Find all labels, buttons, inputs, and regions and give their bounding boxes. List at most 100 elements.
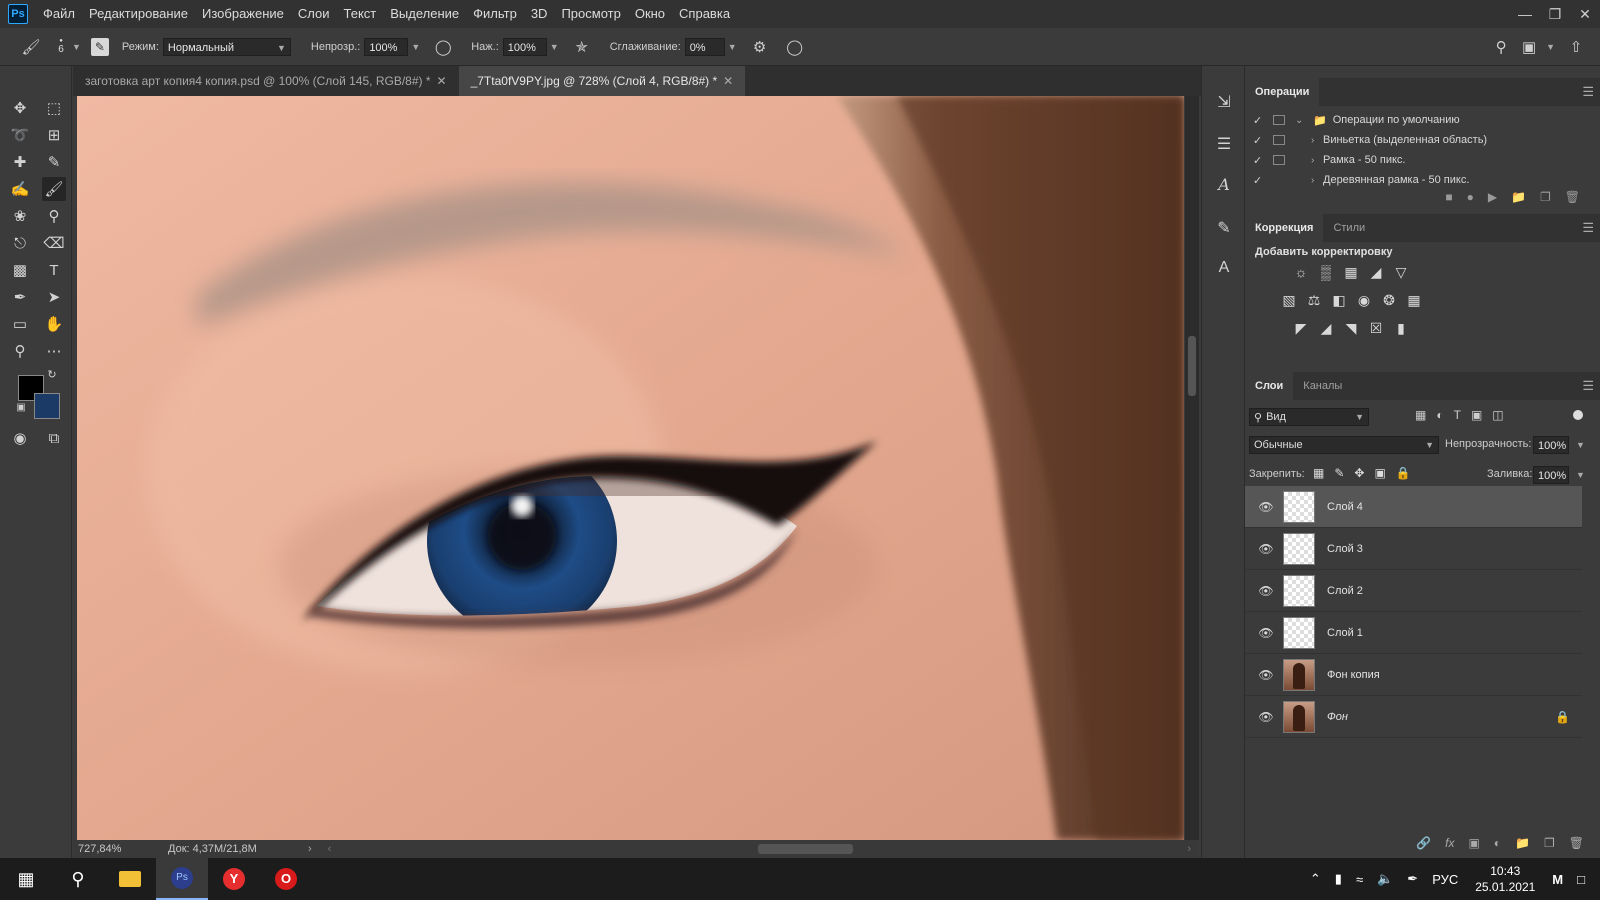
fill-input[interactable]: 100% bbox=[1533, 466, 1569, 484]
tab-document-1[interactable]: заготовка арт копия4 копия.psd @ 100% (С… bbox=[73, 66, 459, 96]
menu-select[interactable]: Выделение bbox=[383, 0, 466, 28]
gear-icon[interactable]: ⚙ bbox=[749, 36, 771, 58]
search-icon[interactable]: ⚲ bbox=[52, 858, 104, 900]
dialog-toggle-icon[interactable] bbox=[1273, 175, 1285, 185]
lock-artboard-icon[interactable]: ▣ bbox=[1374, 466, 1385, 480]
tab-layers[interactable]: Слои bbox=[1245, 372, 1294, 400]
shape-filter-icon[interactable]: ▣ bbox=[1471, 408, 1482, 422]
crop-tool-icon[interactable]: ⊞ bbox=[42, 123, 66, 147]
volume-icon[interactable]: 🔈 bbox=[1370, 871, 1400, 887]
brush-tool-icon[interactable]: 🖌 bbox=[42, 177, 66, 201]
photo-filter-icon[interactable]: ◉ bbox=[1354, 290, 1374, 310]
dialog-toggle-icon[interactable] bbox=[1273, 115, 1285, 125]
lock-position-icon[interactable]: ✥ bbox=[1354, 466, 1364, 480]
lock-all-icon[interactable]: 🔒 bbox=[1396, 466, 1411, 480]
character-panel-icon[interactable]: A bbox=[1212, 172, 1236, 196]
menu-filter[interactable]: Фильтр bbox=[466, 0, 524, 28]
windows-start-icon[interactable]: ▦ bbox=[0, 858, 52, 900]
record-icon[interactable]: ● bbox=[1467, 190, 1474, 204]
curves-icon[interactable]: ▦ bbox=[1341, 262, 1361, 282]
horizontal-scroll-thumb[interactable] bbox=[758, 844, 853, 854]
filter-toggle-icon[interactable] bbox=[1573, 410, 1583, 420]
smart-object-filter-icon[interactable]: ◫ bbox=[1492, 408, 1503, 422]
chevron-up-icon[interactable]: ⌃ bbox=[1303, 871, 1328, 887]
document-canvas[interactable] bbox=[77, 96, 1184, 840]
panel-menu-icon[interactable]: ☰ bbox=[1582, 372, 1594, 400]
tab-channels[interactable]: Каналы bbox=[1293, 372, 1352, 400]
menu-image[interactable]: Изображение bbox=[195, 0, 291, 28]
tab-adjustments[interactable]: Коррекция bbox=[1245, 214, 1324, 242]
history-brush-icon[interactable]: ❀ bbox=[8, 204, 32, 228]
layer-row[interactable]: 👁 Слой 3 bbox=[1245, 528, 1582, 570]
check-icon[interactable]: ✓ bbox=[1253, 174, 1269, 187]
swap-colors-icon[interactable]: ↻ bbox=[44, 366, 60, 382]
layer-row[interactable]: 👁 Фон копия bbox=[1245, 654, 1582, 696]
hand-tool-icon[interactable]: ✋ bbox=[42, 312, 66, 336]
visibility-eye-icon[interactable]: 👁 bbox=[1251, 668, 1281, 682]
pressure-opacity-icon[interactable]: ◯ bbox=[432, 36, 454, 58]
check-icon[interactable]: ✓ bbox=[1253, 114, 1269, 127]
new-set-icon[interactable]: 📁 bbox=[1511, 190, 1526, 204]
restore-button[interactable]: ❐ bbox=[1540, 0, 1570, 28]
adjustment-filter-icon[interactable]: ◐ bbox=[1436, 408, 1443, 422]
history-panel-icon[interactable]: ⇲ bbox=[1212, 90, 1236, 114]
pressure-size-icon[interactable]: ◯ bbox=[784, 36, 806, 58]
panel-menu-icon[interactable]: ☰ bbox=[1582, 78, 1594, 106]
battery-icon[interactable]: ▮ bbox=[1328, 871, 1349, 887]
chevron-down-icon[interactable]: ⌄ bbox=[1295, 115, 1307, 126]
threshold-icon[interactable]: ◥ bbox=[1341, 318, 1361, 338]
yandex-browser-icon[interactable]: Y bbox=[208, 858, 260, 900]
chevron-down-icon[interactable]: ▼ bbox=[72, 42, 81, 52]
action-row[interactable]: ✓ › Деревянная рамка - 50 пикс. bbox=[1245, 170, 1585, 190]
eyedropper-icon[interactable]: ✍ bbox=[8, 177, 32, 201]
chevron-right-icon[interactable]: › bbox=[1311, 175, 1323, 186]
chevron-down-icon[interactable]: ▼ bbox=[728, 42, 737, 52]
new-adjustment-icon[interactable]: ◐ bbox=[1494, 836, 1501, 850]
pen-tool-icon[interactable]: ✒ bbox=[8, 285, 32, 309]
levels-icon[interactable]: ▒ bbox=[1316, 262, 1336, 282]
app-tray-icon[interactable]: M bbox=[1545, 872, 1570, 887]
rectangle-tool-icon[interactable]: ▭ bbox=[8, 312, 32, 336]
chevron-right-icon[interactable]: › bbox=[1311, 155, 1323, 166]
chevron-right-icon[interactable]: › bbox=[1311, 135, 1323, 146]
visibility-eye-icon[interactable]: 👁 bbox=[1251, 500, 1281, 514]
exposure-icon[interactable]: ◢ bbox=[1366, 262, 1386, 282]
share-icon[interactable]: ⇧ bbox=[1565, 36, 1587, 58]
tab-styles[interactable]: Стили bbox=[1323, 214, 1375, 242]
channel-mixer-icon[interactable]: ❂ bbox=[1379, 290, 1399, 310]
blend-mode-select[interactable]: Обычные ▼ bbox=[1249, 436, 1439, 454]
file-explorer-icon[interactable] bbox=[104, 858, 156, 900]
opacity-input[interactable]: 100% bbox=[364, 37, 409, 56]
move-tool-icon[interactable]: ✥ bbox=[8, 96, 32, 120]
menu-3d[interactable]: 3D bbox=[524, 0, 555, 28]
brush-settings-panel-icon[interactable]: ✎ bbox=[1212, 216, 1236, 240]
more-tools-icon[interactable]: ⋯ bbox=[42, 339, 66, 363]
eraser-tool-icon[interactable]: ⌫ bbox=[42, 231, 66, 255]
minimize-button[interactable]: — bbox=[1510, 0, 1540, 28]
close-window-button[interactable]: ✕ bbox=[1570, 0, 1600, 28]
action-row[interactable]: ✓ ⌄ 📁 Операции по умолчанию bbox=[1245, 110, 1585, 130]
menu-type[interactable]: Текст bbox=[337, 0, 384, 28]
quick-select-icon[interactable]: ✎ bbox=[42, 150, 66, 174]
add-mask-icon[interactable]: ▣ bbox=[1468, 836, 1479, 850]
chevron-down-icon[interactable]: ▼ bbox=[1546, 36, 1555, 58]
healing-brush-icon[interactable]: ✚ bbox=[8, 150, 32, 174]
chevron-down-icon[interactable]: ▼ bbox=[550, 42, 559, 52]
black-white-icon[interactable]: ◧ bbox=[1329, 290, 1349, 310]
notifications-icon[interactable]: □ bbox=[1570, 872, 1592, 887]
stamp-tool-icon[interactable]: ⎋ bbox=[8, 231, 32, 255]
chevron-left-icon[interactable]: ‹ bbox=[328, 843, 332, 855]
layer-row[interactable]: 👁 Слой 2 bbox=[1245, 570, 1582, 612]
dialog-toggle-icon[interactable] bbox=[1273, 155, 1285, 165]
opera-browser-icon[interactable]: O bbox=[260, 858, 312, 900]
close-icon[interactable]: ✕ bbox=[723, 74, 733, 88]
visibility-eye-icon[interactable]: 👁 bbox=[1251, 626, 1281, 640]
lasso-tool-icon[interactable]: ➰ bbox=[8, 123, 32, 147]
photoshop-taskbar-icon[interactable]: Ps bbox=[156, 858, 208, 900]
panel-menu-icon[interactable]: ☰ bbox=[1582, 214, 1594, 242]
layer-row[interactable]: 👁 Слой 4 bbox=[1245, 486, 1582, 528]
stop-icon[interactable]: ■ bbox=[1445, 190, 1452, 204]
hue-saturation-icon[interactable]: ▧ bbox=[1279, 290, 1299, 310]
close-icon[interactable]: ✕ bbox=[437, 74, 447, 88]
tab-actions[interactable]: Операции bbox=[1245, 78, 1320, 106]
